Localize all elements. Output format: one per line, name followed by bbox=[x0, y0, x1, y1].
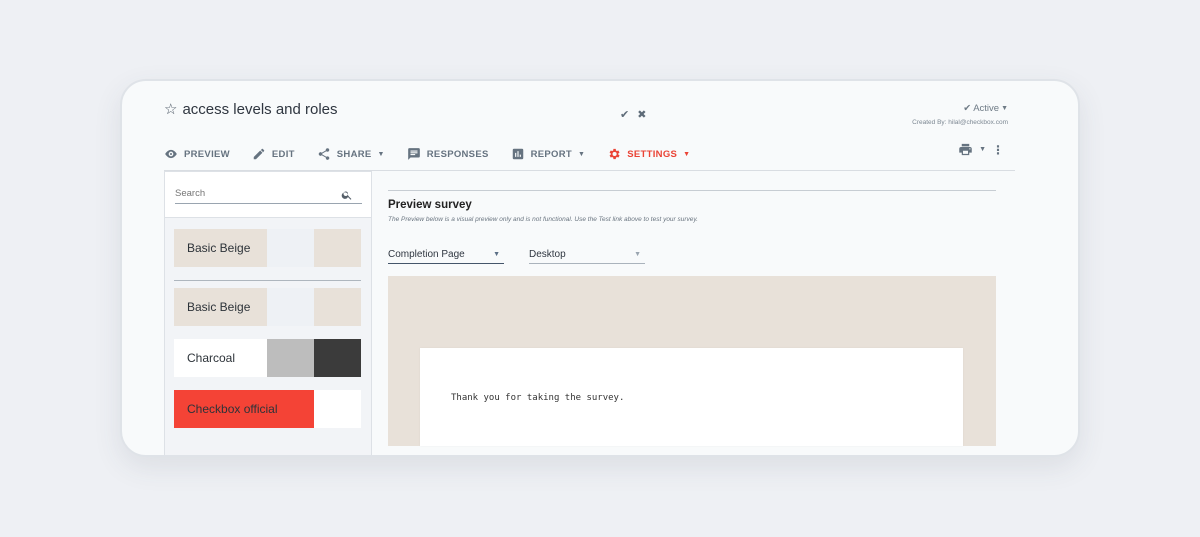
search-box bbox=[165, 172, 371, 218]
close-icon[interactable]: ✖ bbox=[637, 108, 646, 121]
device-select-value: Desktop bbox=[529, 249, 566, 260]
print-menu[interactable]: ▼ ⋮ bbox=[958, 142, 1004, 157]
more-icon[interactable]: ⋮ bbox=[992, 144, 1004, 156]
theme-basic-beige[interactable]: Basic Beige bbox=[174, 288, 361, 326]
pencil-icon bbox=[253, 148, 265, 160]
survey-title[interactable]: access levels and roles bbox=[182, 101, 337, 118]
theme-label: Basic Beige bbox=[174, 288, 267, 326]
theme-divider bbox=[174, 280, 361, 281]
theme-charcoal[interactable]: Charcoal bbox=[174, 339, 361, 377]
theme-swatch bbox=[267, 288, 314, 326]
theme-swatch bbox=[267, 339, 314, 377]
chevron-down-icon: ▼ bbox=[1001, 105, 1008, 112]
tab-edit[interactable]: EDIT bbox=[252, 137, 295, 171]
search-icon[interactable] bbox=[341, 189, 353, 201]
theme-swatch bbox=[314, 339, 361, 377]
theme-label: Checkbox official bbox=[174, 390, 314, 428]
tab-label: EDIT bbox=[271, 148, 295, 160]
theme-swatch bbox=[314, 390, 361, 428]
title-actions: ✔ ✖ bbox=[620, 108, 646, 121]
gear-icon bbox=[609, 148, 620, 160]
device-select[interactable]: Desktop ▼ bbox=[529, 246, 645, 264]
chevron-down-icon: ▼ bbox=[377, 150, 385, 158]
title-row: ☆ access levels and roles bbox=[164, 101, 338, 118]
tab-label: RESPONSES bbox=[426, 148, 489, 160]
tab-share[interactable]: SHARE ▼ bbox=[317, 137, 385, 171]
theme-sidebar: Basic Beige Basic Beige Charcoal Checkbo… bbox=[164, 171, 372, 455]
page-select-value: Completion Page bbox=[388, 249, 465, 260]
tab-responses[interactable]: RESPONSES bbox=[407, 137, 489, 171]
chevron-down-icon: ▼ bbox=[683, 150, 691, 158]
theme-label: Basic Beige bbox=[174, 229, 267, 267]
share-icon bbox=[318, 148, 330, 160]
preview-divider bbox=[388, 190, 996, 191]
preview-subtitle: The Preview below is a visual preview on… bbox=[388, 216, 698, 223]
theme-basic-beige[interactable]: Basic Beige bbox=[174, 229, 361, 267]
tab-preview[interactable]: PREVIEW bbox=[164, 137, 230, 171]
tab-label: REPORT bbox=[530, 148, 572, 160]
tab-label: SHARE bbox=[336, 148, 372, 160]
theme-swatch bbox=[314, 288, 361, 326]
check-icon[interactable]: ✔ bbox=[620, 108, 629, 121]
chevron-down-icon[interactable]: ▼ bbox=[979, 146, 986, 153]
app-window: ☆ access levels and roles ✔ ✖ ✔ Active ▼… bbox=[120, 79, 1080, 457]
completion-message: Thank you for taking the survey. bbox=[451, 393, 625, 403]
created-by: Created By: hilal@checkbox.com bbox=[912, 119, 1008, 126]
chevron-down-icon: ▼ bbox=[578, 150, 586, 158]
tab-label: SETTINGS bbox=[627, 148, 678, 160]
theme-label: Charcoal bbox=[174, 339, 267, 377]
star-icon[interactable]: ☆ bbox=[164, 102, 177, 117]
eye-icon bbox=[165, 149, 177, 159]
status-dropdown[interactable]: ✔ Active ▼ bbox=[963, 103, 1008, 114]
tab-label: PREVIEW bbox=[184, 148, 230, 160]
tab-report[interactable]: REPORT ▼ bbox=[511, 137, 586, 171]
theme-swatch bbox=[267, 229, 314, 267]
main-nav: PREVIEW EDIT SHARE ▼ RESPONSES REPORT ▼ … bbox=[164, 137, 712, 171]
comment-icon bbox=[407, 148, 420, 160]
bar-chart-icon bbox=[512, 148, 523, 160]
preview-title: Preview survey bbox=[388, 199, 472, 211]
chevron-down-icon: ▼ bbox=[493, 251, 500, 258]
check-icon: ✔ bbox=[963, 103, 972, 114]
chevron-down-icon: ▼ bbox=[634, 251, 641, 258]
tab-settings[interactable]: SETTINGS ▼ bbox=[607, 137, 691, 171]
status-label: Active bbox=[973, 103, 1000, 114]
search-input[interactable] bbox=[175, 184, 362, 204]
theme-swatch bbox=[314, 229, 361, 267]
print-icon[interactable] bbox=[958, 142, 973, 157]
theme-checkbox-official[interactable]: Checkbox official bbox=[174, 390, 361, 428]
preview-canvas: Thank you for taking the survey. bbox=[388, 276, 996, 446]
page-select[interactable]: Completion Page ▼ bbox=[388, 246, 504, 264]
completion-page: Thank you for taking the survey. bbox=[420, 348, 963, 446]
